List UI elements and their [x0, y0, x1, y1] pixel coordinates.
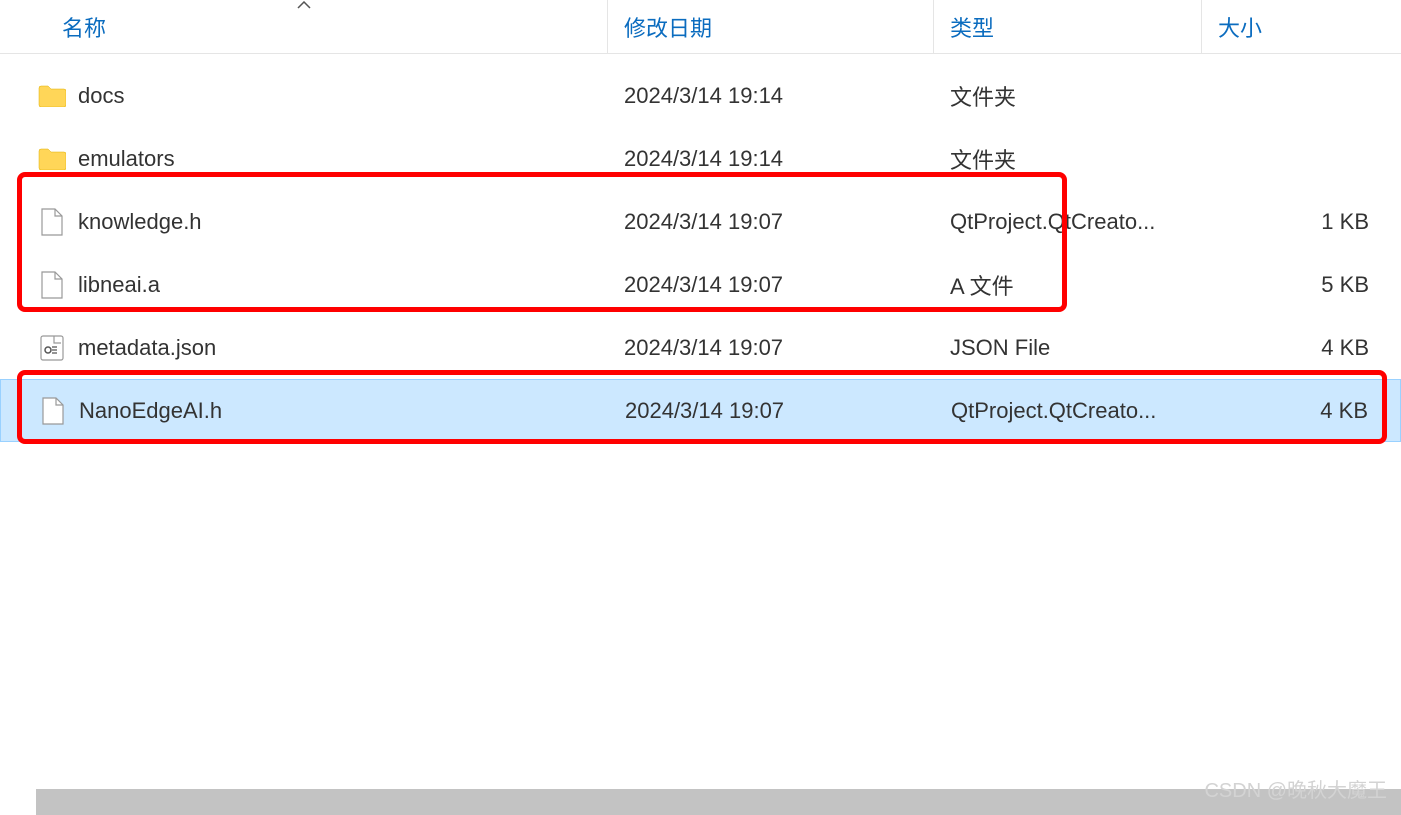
file-name-label: libneai.a: [78, 272, 160, 298]
file-row[interactable]: NanoEdgeAI.h 2024/3/14 19:07QtProject.QtC…: [0, 379, 1401, 442]
file-type-cell: A 文件: [934, 269, 1202, 301]
file-date-cell: 2024/3/14 19:07: [609, 398, 935, 424]
column-header-type-label: 类型: [950, 11, 994, 43]
file-row[interactable]: libneai.a 2024/3/14 19:07A 文件5 KB: [0, 253, 1401, 316]
horizontal-scrollbar[interactable]: [36, 789, 1401, 815]
file-name-label: metadata.json: [78, 335, 216, 361]
column-header-date-label: 修改日期: [624, 11, 712, 43]
file-name-label: knowledge.h: [78, 209, 202, 235]
file-row[interactable]: metadata.json 2024/3/14 19:07JSON File4 K…: [0, 316, 1401, 379]
file-type-cell: 文件夹: [934, 143, 1202, 175]
sort-ascending-icon: [297, 0, 311, 12]
file-date-cell: 2024/3/14 19:14: [608, 146, 934, 172]
file-explorer-view: 名称 修改日期 类型 大小 docs2024/3/14 19:14文件夹emul…: [0, 0, 1401, 442]
file-type-cell: 文件夹: [934, 80, 1202, 112]
column-header-name[interactable]: 名称: [0, 0, 608, 53]
file-size-cell: 1 KB: [1202, 209, 1401, 235]
file-row[interactable]: emulators 2024/3/14 19:14文件夹: [0, 127, 1401, 190]
file-type-cell: QtProject.QtCreato...: [934, 209, 1202, 235]
column-header-date[interactable]: 修改日期: [608, 0, 934, 53]
file-size-cell: 4 KB: [1202, 335, 1401, 361]
scrollbar-thumb[interactable]: [36, 789, 1401, 815]
file-size-cell: 5 KB: [1202, 272, 1401, 298]
file-icon: [37, 395, 69, 427]
file-date-cell: 2024/3/14 19:14: [608, 83, 934, 109]
folder-icon: [36, 80, 68, 112]
file-date-cell: 2024/3/14 19:07: [608, 209, 934, 235]
file-icon: [36, 269, 68, 301]
column-header-row: 名称 修改日期 类型 大小: [0, 0, 1401, 54]
file-row[interactable]: docs 2024/3/14 19:14文件夹: [0, 64, 1401, 127]
file-name-cell: metadata.json: [0, 332, 608, 364]
file-name-cell: emulators: [0, 143, 608, 175]
column-header-size[interactable]: 大小: [1202, 0, 1401, 53]
file-type-cell: QtProject.QtCreato...: [935, 398, 1203, 424]
file-icon: [36, 206, 68, 238]
file-name-cell: docs: [0, 80, 608, 112]
file-size-cell: 4 KB: [1203, 398, 1400, 424]
json-file-icon: [36, 332, 68, 364]
file-type-cell: JSON File: [934, 335, 1202, 361]
file-row[interactable]: knowledge.h 2024/3/14 19:07QtProject.QtCr…: [0, 190, 1401, 253]
file-list: docs2024/3/14 19:14文件夹emulators2024/3/14…: [0, 54, 1401, 442]
file-name-label: docs: [78, 83, 124, 109]
file-name-cell: NanoEdgeAI.h: [1, 395, 609, 427]
file-name-label: NanoEdgeAI.h: [79, 398, 222, 424]
file-name-label: emulators: [78, 146, 175, 172]
file-name-cell: libneai.a: [0, 269, 608, 301]
file-date-cell: 2024/3/14 19:07: [608, 335, 934, 361]
column-header-name-label: 名称: [62, 11, 106, 43]
file-name-cell: knowledge.h: [0, 206, 608, 238]
column-header-type[interactable]: 类型: [934, 0, 1202, 53]
folder-icon: [36, 143, 68, 175]
column-header-size-label: 大小: [1218, 11, 1262, 43]
file-date-cell: 2024/3/14 19:07: [608, 272, 934, 298]
